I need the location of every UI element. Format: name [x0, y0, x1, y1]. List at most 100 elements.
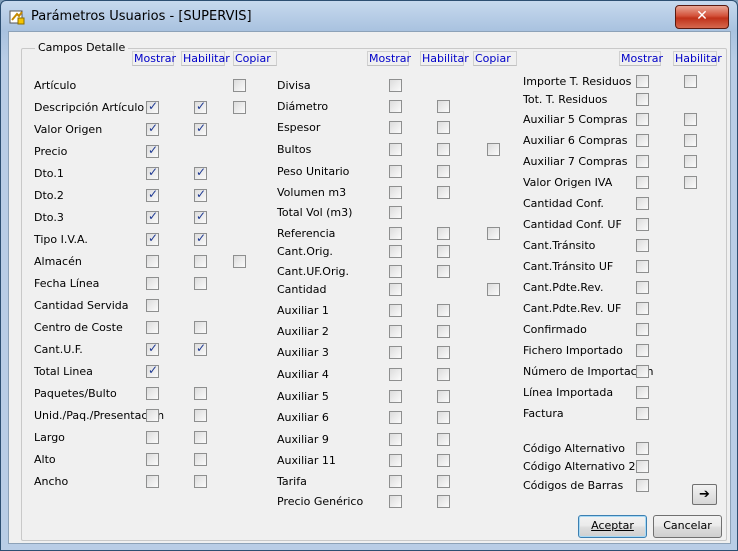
mostrar-checkbox[interactable]: [636, 155, 649, 168]
habilitar-checkbox[interactable]: [437, 433, 450, 446]
habilitar-checkbox[interactable]: [684, 75, 697, 88]
copiar-checkbox[interactable]: [487, 227, 500, 240]
mostrar-checkbox[interactable]: [636, 281, 649, 294]
habilitar-checkbox[interactable]: [437, 325, 450, 338]
habilitar-checkbox[interactable]: [437, 454, 450, 467]
habilitar-checkbox[interactable]: [684, 134, 697, 147]
habilitar-checkbox[interactable]: [437, 368, 450, 381]
habilitar-checkbox[interactable]: [437, 411, 450, 424]
mostrar-checkbox[interactable]: ✓: [146, 231, 159, 246]
mostrar-checkbox[interactable]: ✓: [146, 99, 159, 114]
mostrar-checkbox[interactable]: ✓: [146, 143, 159, 158]
mostrar-checkbox[interactable]: [389, 475, 402, 488]
habilitar-checkbox[interactable]: [437, 346, 450, 359]
habilitar-checkbox[interactable]: [194, 387, 207, 400]
mostrar-checkbox[interactable]: [636, 239, 649, 252]
mostrar-checkbox[interactable]: [389, 121, 402, 134]
mostrar-checkbox[interactable]: [636, 386, 649, 399]
mostrar-checkbox[interactable]: [636, 197, 649, 210]
title-bar[interactable]: Parámetros Usuarios - [SUPERVIS] ✕: [1, 1, 737, 31]
mostrar-checkbox[interactable]: [636, 176, 649, 189]
copiar-checkbox[interactable]: [487, 283, 500, 296]
habilitar-checkbox[interactable]: [194, 255, 207, 268]
mostrar-checkbox[interactable]: [636, 323, 649, 336]
mostrar-checkbox[interactable]: [389, 165, 402, 178]
mostrar-checkbox[interactable]: [636, 460, 649, 473]
copiar-checkbox[interactable]: [233, 79, 246, 92]
habilitar-checkbox[interactable]: [437, 186, 450, 199]
mostrar-checkbox[interactable]: [636, 113, 649, 126]
mostrar-checkbox[interactable]: [389, 304, 402, 317]
mostrar-checkbox[interactable]: [146, 299, 159, 312]
habilitar-checkbox[interactable]: [437, 495, 450, 508]
mostrar-checkbox[interactable]: [389, 206, 402, 219]
mostrar-checkbox[interactable]: [146, 321, 159, 334]
habilitar-checkbox[interactable]: [437, 265, 450, 278]
habilitar-checkbox[interactable]: ✓: [194, 187, 207, 202]
mostrar-checkbox[interactable]: [389, 283, 402, 296]
mostrar-checkbox[interactable]: [389, 433, 402, 446]
habilitar-checkbox[interactable]: ✓: [194, 209, 207, 224]
mostrar-checkbox[interactable]: [389, 411, 402, 424]
mostrar-checkbox[interactable]: [389, 186, 402, 199]
mostrar-checkbox[interactable]: [636, 75, 649, 88]
habilitar-checkbox[interactable]: ✓: [194, 99, 207, 114]
habilitar-checkbox[interactable]: [437, 121, 450, 134]
habilitar-checkbox[interactable]: [437, 390, 450, 403]
mostrar-checkbox[interactable]: [636, 134, 649, 147]
mostrar-checkbox[interactable]: [636, 407, 649, 420]
mostrar-checkbox[interactable]: [389, 325, 402, 338]
mostrar-checkbox[interactable]: [146, 409, 159, 422]
accept-button[interactable]: Aceptar: [578, 515, 647, 538]
next-page-button[interactable]: ➔: [692, 484, 717, 505]
mostrar-checkbox[interactable]: ✓: [146, 341, 159, 356]
copiar-checkbox[interactable]: [487, 143, 500, 156]
mostrar-checkbox[interactable]: [389, 390, 402, 403]
mostrar-checkbox[interactable]: [146, 475, 159, 488]
habilitar-checkbox[interactable]: ✓: [194, 231, 207, 246]
mostrar-checkbox[interactable]: [389, 265, 402, 278]
mostrar-checkbox[interactable]: ✓: [146, 165, 159, 180]
copiar-checkbox[interactable]: [233, 101, 246, 114]
habilitar-checkbox[interactable]: ✓: [194, 121, 207, 136]
mostrar-checkbox[interactable]: [636, 479, 649, 492]
close-button[interactable]: ✕: [675, 5, 729, 29]
habilitar-checkbox[interactable]: ✓: [194, 165, 207, 180]
mostrar-checkbox[interactable]: [146, 387, 159, 400]
mostrar-checkbox[interactable]: ✓: [146, 187, 159, 202]
mostrar-checkbox[interactable]: ✓: [146, 363, 159, 378]
mostrar-checkbox[interactable]: [636, 302, 649, 315]
cancel-button[interactable]: Cancelar: [653, 515, 722, 538]
habilitar-checkbox[interactable]: [684, 155, 697, 168]
mostrar-checkbox[interactable]: [389, 495, 402, 508]
mostrar-checkbox[interactable]: [389, 346, 402, 359]
habilitar-checkbox[interactable]: [684, 176, 697, 189]
habilitar-checkbox[interactable]: [194, 475, 207, 488]
habilitar-checkbox[interactable]: [194, 431, 207, 444]
mostrar-checkbox[interactable]: [636, 442, 649, 455]
mostrar-checkbox[interactable]: ✓: [146, 209, 159, 224]
habilitar-checkbox[interactable]: [194, 453, 207, 466]
mostrar-checkbox[interactable]: [636, 365, 649, 378]
habilitar-checkbox[interactable]: [437, 304, 450, 317]
habilitar-checkbox[interactable]: [437, 227, 450, 240]
mostrar-checkbox[interactable]: [389, 454, 402, 467]
habilitar-checkbox[interactable]: [437, 100, 450, 113]
mostrar-checkbox[interactable]: [146, 431, 159, 444]
copiar-checkbox[interactable]: [233, 255, 246, 268]
mostrar-checkbox[interactable]: [636, 344, 649, 357]
habilitar-checkbox[interactable]: [437, 165, 450, 178]
mostrar-checkbox[interactable]: [389, 368, 402, 381]
habilitar-checkbox[interactable]: [437, 143, 450, 156]
habilitar-checkbox[interactable]: ✓: [194, 341, 207, 356]
mostrar-checkbox[interactable]: [389, 227, 402, 240]
mostrar-checkbox[interactable]: [146, 277, 159, 290]
habilitar-checkbox[interactable]: [194, 321, 207, 334]
mostrar-checkbox[interactable]: [636, 93, 649, 106]
mostrar-checkbox[interactable]: [389, 100, 402, 113]
habilitar-checkbox[interactable]: [194, 409, 207, 422]
habilitar-checkbox[interactable]: [437, 245, 450, 258]
mostrar-checkbox[interactable]: [146, 255, 159, 268]
mostrar-checkbox[interactable]: [389, 245, 402, 258]
mostrar-checkbox[interactable]: [389, 143, 402, 156]
